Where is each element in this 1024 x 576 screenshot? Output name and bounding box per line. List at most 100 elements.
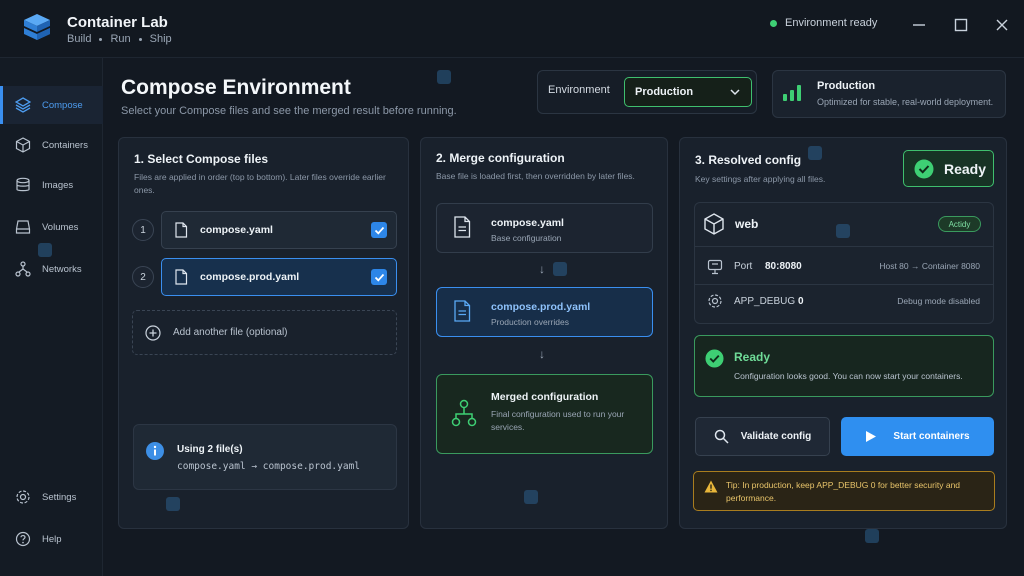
check-circle-icon — [914, 159, 934, 178]
file-order-number: 1 — [132, 219, 154, 241]
app-tagline: Build Run Ship — [67, 33, 172, 45]
network-icon — [14, 260, 32, 278]
override-file-subtitle: Production overrides — [491, 317, 569, 327]
file-row-compose-prod[interactable]: compose.prod.yaml — [161, 258, 397, 296]
files-summary-order: compose.yaml → compose.prod.yaml — [177, 461, 361, 472]
sidebar-item-label: Compose — [42, 99, 83, 111]
sidebar-item-networks[interactable]: Networks — [0, 250, 103, 288]
base-file-subtitle: Base configuration — [491, 233, 562, 243]
merge-title: 2. Merge configuration — [436, 151, 565, 165]
ready-status-badge: Ready — [903, 150, 994, 187]
environment-info-card — [772, 70, 1006, 118]
select-files-description: Files are applied in order (top to botto… — [134, 172, 386, 195]
validate-config-label: Validate config — [740, 431, 812, 442]
chevron-down-icon — [730, 89, 740, 96]
sidebar-item-label: Volumes — [42, 221, 79, 233]
environment-dropdown-value: Production — [635, 86, 694, 98]
config-value: 0 — [798, 295, 804, 307]
sidebar-item-label: Networks — [42, 263, 82, 275]
sidebar-item-containers[interactable]: Containers — [0, 126, 103, 164]
watermark-icon — [437, 70, 451, 84]
ready-status-text: Ready — [944, 160, 987, 177]
production-tip-text: Tip: In production, keep APP_DEBUG 0 for… — [726, 480, 961, 503]
port-icon — [707, 259, 723, 275]
arrow-down-icon: ↓ — [539, 347, 545, 361]
sidebar-item-label: Containers — [42, 139, 88, 151]
drive-icon — [14, 218, 32, 236]
file-checkbox[interactable] — [371, 269, 387, 285]
service-state-badge: Actidy — [938, 216, 981, 232]
info-icon — [146, 442, 164, 460]
minimize-icon — [913, 24, 925, 26]
sidebar-item-label: Settings — [42, 491, 77, 503]
cube-icon — [14, 136, 32, 154]
merge-description: Base file is loaded first, then overridd… — [436, 171, 635, 181]
sidebar: Compose Containers Images Volumes Networ… — [0, 58, 103, 576]
check-circle-icon — [705, 349, 724, 368]
arrow-down-icon: ↓ — [539, 262, 545, 276]
sidebar-item-label: Help — [42, 533, 62, 545]
layers-icon — [14, 96, 32, 114]
cube-icon — [704, 213, 724, 235]
watermark-icon — [865, 529, 879, 543]
close-button[interactable] — [989, 13, 1015, 37]
file-row-compose[interactable]: compose.yaml — [161, 211, 397, 249]
file-icon — [175, 222, 188, 238]
tagline-ship: Ship — [149, 33, 172, 45]
sidebar-item-help[interactable]: Help — [0, 520, 103, 558]
checkmark-icon — [374, 226, 384, 235]
start-containers-button[interactable]: Start containers — [841, 417, 994, 456]
merged-config-description: Final configuration used to run your ser… — [491, 409, 625, 432]
checkmark-icon — [374, 273, 384, 282]
maximize-button[interactable] — [948, 13, 974, 37]
file-checkbox[interactable] — [371, 222, 387, 238]
signal-bars-icon — [782, 84, 802, 102]
files-summary-title: Using 2 file(s) — [177, 444, 243, 455]
base-file-name: compose.yaml — [491, 217, 564, 229]
page-subtitle: Select your Compose files and see the me… — [121, 105, 457, 117]
environment-dropdown[interactable]: Production — [624, 77, 752, 107]
file-icon — [175, 269, 188, 285]
watermark-icon — [524, 490, 538, 504]
ready-message-box — [694, 335, 994, 397]
sidebar-item-compose[interactable]: Compose — [0, 86, 103, 124]
app-logo-icon — [22, 12, 52, 44]
watermark-icon — [38, 243, 52, 257]
watermark-icon — [553, 262, 567, 276]
environment-status-text: Environment ready — [785, 17, 878, 29]
override-file-name: compose.prod.yaml — [491, 301, 591, 313]
environment-label: Environment — [548, 84, 610, 96]
watermark-icon — [166, 497, 180, 511]
warning-icon — [704, 480, 718, 493]
plus-circle-icon — [145, 324, 161, 341]
separator-dot — [99, 37, 103, 41]
app-title: Container Lab — [67, 14, 168, 31]
environment-info-title: Production — [817, 80, 876, 92]
sidebar-item-settings[interactable]: Settings — [0, 478, 103, 516]
resolved-description: Key settings after applying all files. — [695, 174, 826, 184]
merge-tree-icon — [451, 399, 477, 427]
add-file-label: Add another file (optional) — [173, 327, 288, 338]
ready-message-title: Ready — [734, 350, 771, 364]
sidebar-item-images[interactable]: Images — [0, 166, 103, 204]
minimize-button[interactable] — [906, 13, 932, 37]
config-value: 80:8080 — [765, 260, 802, 272]
validate-config-button[interactable]: Validate config — [695, 417, 830, 456]
sidebar-item-volumes[interactable]: Volumes — [0, 208, 103, 246]
close-icon — [996, 19, 1008, 31]
play-icon — [866, 431, 877, 442]
add-file-button[interactable]: Add another file (optional) — [132, 310, 397, 355]
file-name: compose.prod.yaml — [200, 271, 300, 283]
config-key: Port — [734, 260, 753, 272]
help-icon — [14, 530, 32, 548]
config-row-port: Port 80:8080 Host 80 → Container 8080 — [694, 249, 994, 283]
merged-config-title: Merged configuration — [491, 391, 599, 403]
divider — [694, 246, 994, 247]
select-files-title: 1. Select Compose files — [134, 152, 269, 166]
maximize-icon — [954, 18, 968, 32]
separator-dot — [138, 37, 142, 41]
watermark-icon — [808, 146, 822, 160]
environment-info-description: Optimized for stable, real-world deploym… — [817, 97, 994, 107]
resolved-title: 3. Resolved config — [695, 153, 802, 167]
page-title: Compose Environment — [121, 76, 351, 99]
